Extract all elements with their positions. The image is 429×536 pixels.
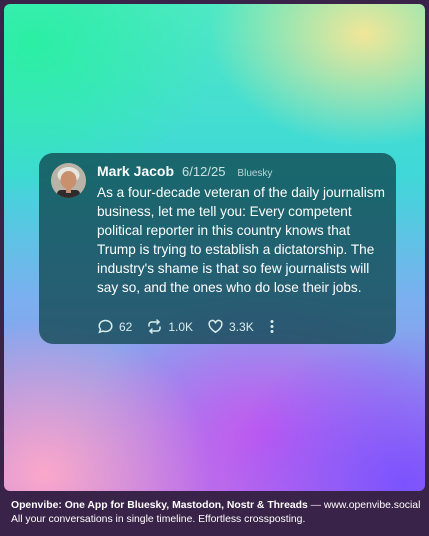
post-card[interactable]: Mark Jacob 6/12/25 Bluesky As a four-dec… xyxy=(39,153,396,344)
promo-headline: Openvibe: One App for Bluesky, Mastodon,… xyxy=(11,500,308,511)
repost-icon xyxy=(146,318,163,335)
promo-url[interactable]: www.openvibe.social xyxy=(324,500,420,511)
reply-button[interactable]: 62 xyxy=(97,318,132,335)
reply-icon xyxy=(97,318,114,335)
author-name[interactable]: Mark Jacob xyxy=(97,163,174,179)
like-button[interactable]: 3.3K xyxy=(207,318,254,335)
repost-button[interactable]: 1.0K xyxy=(146,318,193,335)
platform-label: Bluesky xyxy=(237,168,273,179)
more-button[interactable] xyxy=(268,319,276,334)
promo-footer: Openvibe: One App for Bluesky, Mastodon,… xyxy=(11,499,423,527)
promo-line: Openvibe: One App for Bluesky, Mastodon,… xyxy=(11,499,423,513)
post-actions: 62 1.0K 3.3K xyxy=(97,318,290,335)
avatar[interactable] xyxy=(51,163,86,198)
reply-count: 62 xyxy=(119,319,133,334)
gradient-background: Mark Jacob 6/12/25 Bluesky As a four-dec… xyxy=(4,4,425,491)
more-icon xyxy=(268,319,276,334)
promo-separator: — xyxy=(307,500,324,511)
promo-tagline: All your conversations in single timelin… xyxy=(11,514,306,525)
like-count: 3.3K xyxy=(229,319,254,334)
post-header: Mark Jacob 6/12/25 Bluesky xyxy=(97,163,386,179)
post-date[interactable]: 6/12/25 xyxy=(182,164,225,179)
like-icon xyxy=(207,318,224,335)
post-text: As a four-decade veteran of the daily jo… xyxy=(97,185,385,295)
repost-count: 1.0K xyxy=(168,319,194,334)
